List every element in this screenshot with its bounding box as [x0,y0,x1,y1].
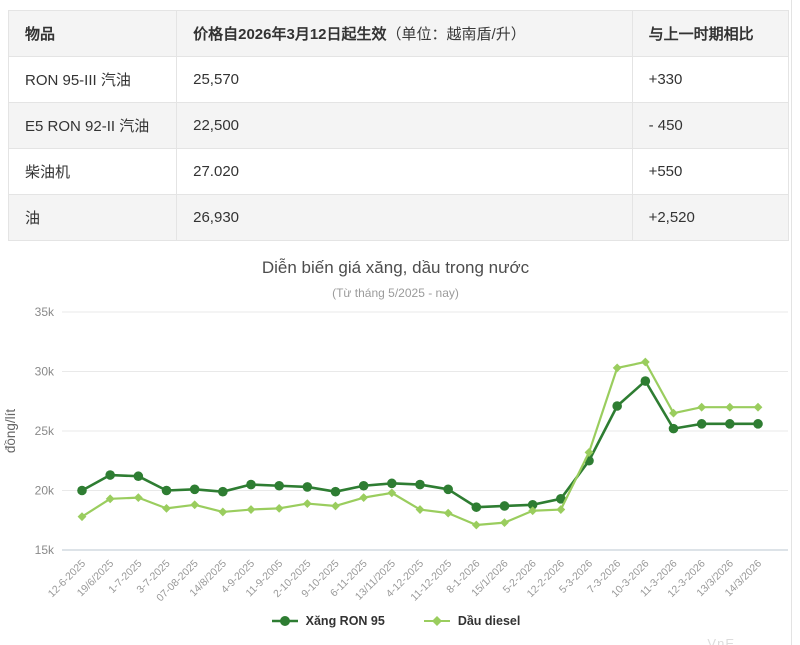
table-row-ron95: RON 95-III 汽油 25,570 +330 [9,57,789,103]
header-change: 与上一时期相比 [632,11,788,57]
data-point[interactable] [134,471,144,481]
fuel-price-table: 物品 价格自2026年3月12日起生效（单位：越南盾/升） 与上一时期相比 RO… [8,10,789,241]
data-point[interactable] [556,505,565,514]
header-price-unit: （单位：越南盾/升） [387,26,526,43]
data-point[interactable] [190,485,200,495]
watermark: VnE [707,636,735,645]
data-point[interactable] [387,479,397,489]
data-point[interactable] [472,502,482,512]
data-point[interactable] [697,419,707,429]
y-tick-label: 20k [35,484,55,498]
diesel-legend-marker-icon [423,614,451,628]
data-point[interactable] [697,403,706,412]
data-point[interactable] [331,502,340,511]
cell-item: E5 RON 92-II 汽油 [9,103,177,149]
y-tick-label: 30k [35,365,55,379]
y-tick-label: 15k [35,543,55,557]
cell-price: 25,570 [177,57,632,103]
data-point[interactable] [303,499,312,508]
data-point[interactable] [641,358,650,367]
chart-legend: Xăng RON 95 Dầu diesel [0,614,791,628]
cell-price: 26,930 [177,195,632,241]
table-row-e5ron92: E5 RON 92-II 汽油 22,500 - 450 [9,103,789,149]
data-point[interactable] [669,409,678,418]
chart-subtitle: (Từ tháng 5/2025 - nay) [0,286,791,300]
data-point[interactable] [725,403,734,412]
data-point[interactable] [331,487,341,497]
data-point[interactable] [641,376,651,386]
cell-change: +330 [632,57,788,103]
data-point[interactable] [754,403,763,412]
data-point[interactable] [77,486,87,496]
data-point[interactable] [246,480,256,490]
data-point[interactable] [190,500,199,509]
cell-item: 油 [9,195,177,241]
ron95-legend-marker-icon [271,614,299,628]
data-point[interactable] [105,470,115,480]
data-point[interactable] [359,493,368,502]
page: 物品 价格自2026年3月12日起生效（单位：越南盾/升） 与上一时期相比 RO… [0,0,792,645]
table-row-diesel: 柴油机 27.020 +550 [9,149,789,195]
cell-change: +2,520 [632,195,788,241]
cell-price: 22,500 [177,103,632,149]
data-point[interactable] [500,501,510,511]
header-price: 价格自2026年3月12日起生效（单位：越南盾/升） [177,11,632,57]
data-point[interactable] [472,521,481,530]
data-point[interactable] [725,419,735,429]
table-row-oil: 油 26,930 +2,520 [9,195,789,241]
data-point[interactable] [218,487,228,497]
data-point[interactable] [303,482,313,492]
data-point[interactable] [275,504,284,513]
data-point[interactable] [359,481,369,491]
legend-item-ron95[interactable]: Xăng RON 95 [271,614,385,628]
y-tick-label: 35k [35,305,55,319]
data-point[interactable] [274,481,284,491]
header-item: 物品 [9,11,177,57]
data-point[interactable] [162,486,172,496]
legend-label-ron95: Xăng RON 95 [306,614,385,628]
data-point[interactable] [443,485,453,495]
cell-change: +550 [632,149,788,195]
price-line-chart[interactable]: 15k20k25k30k35k12-6-202519/6/20251-7-202… [0,304,792,616]
series-line [82,362,758,525]
data-point[interactable] [669,424,679,434]
legend-item-diesel[interactable]: Dầu diesel [423,614,521,628]
data-point[interactable] [218,508,227,517]
data-point[interactable] [500,518,509,527]
table-header-row: 物品 价格自2026年3月12日起生效（单位：越南盾/升） 与上一时期相比 [9,11,789,57]
data-point[interactable] [753,419,763,429]
data-point[interactable] [247,505,256,514]
data-point[interactable] [162,504,171,513]
data-point[interactable] [134,493,143,502]
cell-price: 27.020 [177,149,632,195]
cell-item: RON 95-III 汽油 [9,57,177,103]
y-axis-title: đồng/lít [3,409,18,454]
cell-change: - 450 [632,103,788,149]
data-point[interactable] [612,401,622,411]
data-point[interactable] [415,480,425,490]
cell-item: 柴油机 [9,149,177,195]
legend-label-diesel: Dầu diesel [458,614,521,628]
y-tick-label: 25k [35,424,55,438]
chart-title: Diễn biến giá xăng, dầu trong nước [0,258,791,278]
data-point[interactable] [444,509,453,518]
